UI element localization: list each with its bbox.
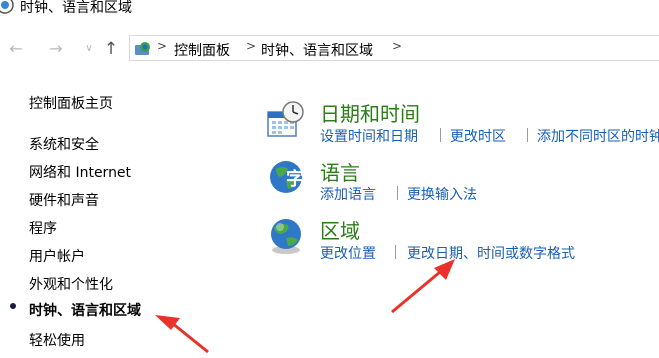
- category-title-language[interactable]: 语言: [320, 157, 360, 186]
- link-separator: [440, 128, 441, 142]
- svg-text:字: 字: [286, 168, 304, 190]
- recent-locations-icon[interactable]: ∨: [79, 39, 99, 59]
- breadcrumb-separator-icon[interactable]: >: [246, 39, 256, 53]
- link-change-date-time-number-formats[interactable]: 更改日期、时间或数字格式: [407, 243, 575, 263]
- annotation-arrow-link: [391, 270, 441, 314]
- control-panel-icon: [0, 0, 14, 14]
- link-separator: [395, 245, 396, 259]
- region-globe-icon[interactable]: [266, 216, 306, 256]
- link-add-clocks[interactable]: 添加不同时区的时钟: [537, 126, 659, 146]
- annotation-arrow-sidebar: [171, 321, 209, 354]
- link-set-time-date[interactable]: 设置时间和日期: [320, 126, 418, 146]
- category-title-region[interactable]: 区域: [320, 215, 360, 244]
- link-separator: [397, 186, 398, 200]
- up-icon[interactable]: ↑: [101, 39, 121, 59]
- language-icon[interactable]: 字: [266, 157, 306, 197]
- sidebar-item-system-security[interactable]: 系统和安全: [29, 134, 99, 154]
- date-time-icon[interactable]: [266, 100, 306, 140]
- link-change-input-method[interactable]: 更换输入法: [407, 184, 477, 204]
- breadcrumb-separator-icon[interactable]: >: [392, 39, 402, 53]
- active-indicator: [10, 303, 16, 309]
- link-change-location[interactable]: 更改位置: [320, 243, 376, 263]
- sidebar-item-clock-language-region[interactable]: 时钟、语言和区域: [29, 300, 141, 320]
- breadcrumb-clock-language-region[interactable]: 时钟、语言和区域: [261, 40, 373, 60]
- forward-icon[interactable]: →: [46, 39, 66, 59]
- sidebar-item-control-panel-home[interactable]: 控制面板主页: [29, 93, 113, 113]
- category-title-date-time[interactable]: 日期和时间: [320, 98, 420, 127]
- back-icon[interactable]: ←: [6, 39, 26, 59]
- navigation-bar: ← → ∨ ↑ > 控制面板 > 时钟、语言和区域 >: [0, 35, 659, 63]
- sidebar-item-programs[interactable]: 程序: [29, 218, 57, 238]
- link-separator: [527, 128, 528, 142]
- link-change-time-zone[interactable]: 更改时区: [450, 126, 506, 146]
- breadcrumb-separator-icon: >: [157, 39, 168, 53]
- breadcrumb-control-panel[interactable]: 控制面板: [174, 40, 230, 60]
- window-title: 时钟、语言和区域: [20, 0, 132, 16]
- annotation-arrowhead-sidebar: [155, 315, 180, 330]
- control-panel-icon: [135, 42, 150, 55]
- link-add-language[interactable]: 添加语言: [320, 184, 376, 204]
- title-bar: 时钟、语言和区域: [0, 0, 659, 22]
- sidebar-item-network-internet[interactable]: 网络和 Internet: [29, 162, 131, 182]
- sidebar-item-ease-of-access[interactable]: 轻松使用: [29, 330, 85, 350]
- sidebar-item-hardware-sound[interactable]: 硬件和声音: [29, 190, 99, 210]
- sidebar-item-user-accounts[interactable]: 用户帐户: [29, 246, 85, 266]
- sidebar-item-appearance[interactable]: 外观和个性化: [29, 274, 113, 294]
- address-bar[interactable]: > 控制面板 > 时钟、语言和区域 >: [129, 35, 659, 61]
